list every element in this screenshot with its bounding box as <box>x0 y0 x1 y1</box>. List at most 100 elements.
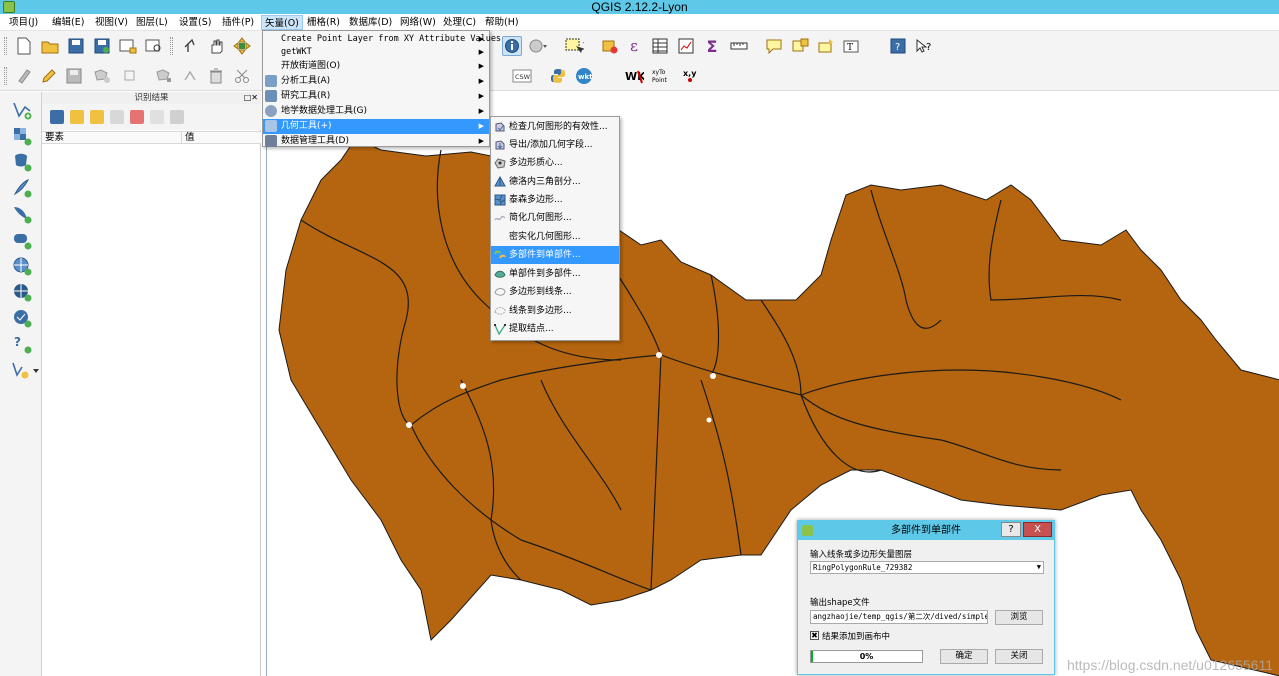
collapse-tree-icon[interactable] <box>70 110 84 124</box>
identify-features-icon[interactable] <box>502 36 522 56</box>
menu-item-research-tools[interactable]: 研究工具(R) ▶ <box>263 89 489 104</box>
add-delimited-text-layer-icon[interactable]: ? <box>11 333 33 355</box>
move-annotation-icon[interactable] <box>816 36 836 56</box>
menu-layer[interactable]: 图层(L) <box>133 15 171 30</box>
submenu-item-polygons-to-lines[interactable]: 多边形到线条... <box>491 283 619 301</box>
toolbar-handle[interactable] <box>170 37 173 55</box>
whats-this-book-icon[interactable]: ? <box>888 36 908 56</box>
column-feature[interactable]: 要素 <box>45 132 64 144</box>
new-shapefile-layer-icon[interactable] <box>11 359 41 381</box>
output-file-field[interactable]: angzhaojie/temp_qgis/第二次/dived/simple.sh… <box>810 610 988 624</box>
submenu-item-simplify[interactable]: 简化几何图形... <box>491 209 619 227</box>
save-edits-icon[interactable] <box>64 66 84 86</box>
menu-raster[interactable]: 栅格(R) <box>304 15 343 30</box>
menu-settings[interactable]: 设置(S) <box>176 15 214 30</box>
add-oracle-layer-icon[interactable] <box>11 229 33 251</box>
input-layer-combo[interactable]: RingPolygonRule_729382 ▼ <box>810 561 1044 574</box>
submenu-item-delaunay[interactable]: 德洛内三角剖分... <box>491 173 619 191</box>
attribute-table-icon[interactable] <box>650 36 670 56</box>
text-annotation-icon[interactable] <box>764 36 784 56</box>
print-results-icon[interactable] <box>170 110 184 124</box>
add-wms-layer-icon[interactable] <box>11 255 33 277</box>
menu-item-analysis-tools[interactable]: 分析工具(A) ▶ <box>263 74 489 89</box>
statistics-sigma-icon[interactable]: Σ <box>702 36 722 56</box>
delete-selected-disabled-icon[interactable] <box>180 66 200 86</box>
submenu-item-polygon-centroids[interactable]: 多边形质心... <box>491 154 619 172</box>
menu-web[interactable]: 网络(W) <box>397 15 439 30</box>
panel-float-close-buttons[interactable]: □✕ <box>244 93 258 102</box>
add-vector-layer-icon[interactable] <box>11 99 33 121</box>
form-annotation-icon[interactable] <box>790 36 810 56</box>
new-print-composer-icon[interactable] <box>118 36 138 56</box>
submenu-item-voronoi[interactable]: 泰森多边形... <box>491 191 619 209</box>
highlight-features-icon[interactable] <box>130 110 144 124</box>
move-feature-icon[interactable] <box>122 66 142 86</box>
dialog-help-button[interactable]: ? <box>1001 522 1021 537</box>
whats-this-cursor-icon[interactable]: ? <box>914 36 934 56</box>
menu-project[interactable]: 项目(J) <box>6 15 41 30</box>
save-as-icon[interactable] <box>92 36 112 56</box>
pan-map-icon[interactable] <box>206 36 226 56</box>
column-value[interactable]: 值 <box>181 132 195 144</box>
submenu-item-singleparts-to-multipart[interactable]: 单部件到多部件... <box>491 265 619 283</box>
dialog-close-x-button[interactable]: X <box>1023 522 1052 537</box>
add-spatialite-layer-icon[interactable] <box>11 177 33 199</box>
toolbar-handle[interactable] <box>4 67 7 85</box>
toolbar-handle[interactable] <box>4 37 7 55</box>
menu-item-openstreetmap[interactable]: 开放街道图(O) ▶ <box>263 59 489 74</box>
add-postgis-layer-icon[interactable] <box>11 151 33 173</box>
csw-icon[interactable]: CSW <box>512 66 532 86</box>
save-project-icon[interactable] <box>66 36 86 56</box>
menu-item-getwkt[interactable]: getWKT ▶ <box>263 45 489 60</box>
touch-zoom-icon[interactable] <box>180 36 200 56</box>
add-wfs-layer-icon[interactable] <box>11 307 33 329</box>
submenu-item-lines-to-polygons[interactable]: 线条到多边形... <box>491 302 619 320</box>
field-calculator-icon[interactable]: ε <box>624 36 644 56</box>
submenu-item-extract-nodes[interactable]: 提取结点... <box>491 320 619 338</box>
add-mssql-layer-icon[interactable] <box>11 203 33 225</box>
statistical-summary-icon[interactable] <box>676 36 696 56</box>
menu-item-geometry-tools[interactable]: 几何工具(+) ▶ <box>263 119 489 134</box>
submenu-item-check-validity[interactable]: 检查几何图形的有效性... <box>491 118 619 136</box>
map-canvas[interactable] <box>266 92 1279 676</box>
copy-features-icon[interactable] <box>150 110 164 124</box>
xy-coordinate-icon[interactable]: x,y <box>680 66 700 86</box>
measure-line-icon[interactable] <box>730 36 750 56</box>
map-region-polygon[interactable] <box>278 137 1279 676</box>
submenu-item-densify[interactable]: 密实化几何图形... <box>491 228 619 246</box>
python-console-icon[interactable] <box>548 66 568 86</box>
node-tool-icon[interactable] <box>154 66 174 86</box>
composer-manager-icon[interactable] <box>144 36 164 56</box>
current-edits-icon[interactable] <box>14 66 34 86</box>
cut-features-icon[interactable] <box>232 66 252 86</box>
expand-tree-icon[interactable] <box>50 110 64 124</box>
menu-item-data-management-tools[interactable]: 数据管理工具(D) ▶ <box>263 134 489 149</box>
submenu-item-export-geometry-columns[interactable]: 导出/添加几何字段... <box>491 136 619 154</box>
menu-item-geoprocessing-tools[interactable]: 地学数据处理工具(G) ▶ <box>263 104 489 119</box>
toggle-editing-icon[interactable] <box>38 66 58 86</box>
new-project-icon[interactable] <box>14 36 34 56</box>
deselect-features-icon[interactable] <box>600 36 620 56</box>
menu-plugins[interactable]: 插件(P) <box>219 15 257 30</box>
browse-button[interactable]: 浏览 <box>995 610 1043 625</box>
menu-processing[interactable]: 处理(C) <box>440 15 479 30</box>
add-wcs-layer-icon[interactable] <box>11 281 33 303</box>
wkt-plugin-icon[interactable]: wkt <box>574 66 594 86</box>
menu-database[interactable]: 数据库(D) <box>346 15 395 30</box>
ok-button[interactable]: 确定 <box>940 649 988 664</box>
open-project-icon[interactable] <box>40 36 60 56</box>
map-tips-icon[interactable] <box>528 36 548 56</box>
submenu-item-multipart-to-singleparts[interactable]: 多部件到单部件... <box>491 246 619 264</box>
expand-new-results-icon[interactable] <box>90 110 104 124</box>
add-to-canvas-checkbox[interactable]: ✖ <box>810 631 819 640</box>
add-feature-icon[interactable] <box>92 66 112 86</box>
dialog-title-bar[interactable]: 多部件到单部件 ? X <box>798 521 1054 540</box>
add-raster-layer-icon[interactable] <box>11 125 33 147</box>
pan-to-selection-icon[interactable] <box>232 36 252 56</box>
menu-vector[interactable]: 矢量(O) <box>261 15 303 30</box>
label-toolbar-icon[interactable]: T <box>842 36 862 56</box>
xytopoint-icon[interactable]: xyTo Point <box>650 66 676 86</box>
clear-results-icon[interactable] <box>110 110 124 124</box>
delete-selected-icon[interactable] <box>206 66 226 86</box>
menu-help[interactable]: 帮助(H) <box>482 15 522 30</box>
